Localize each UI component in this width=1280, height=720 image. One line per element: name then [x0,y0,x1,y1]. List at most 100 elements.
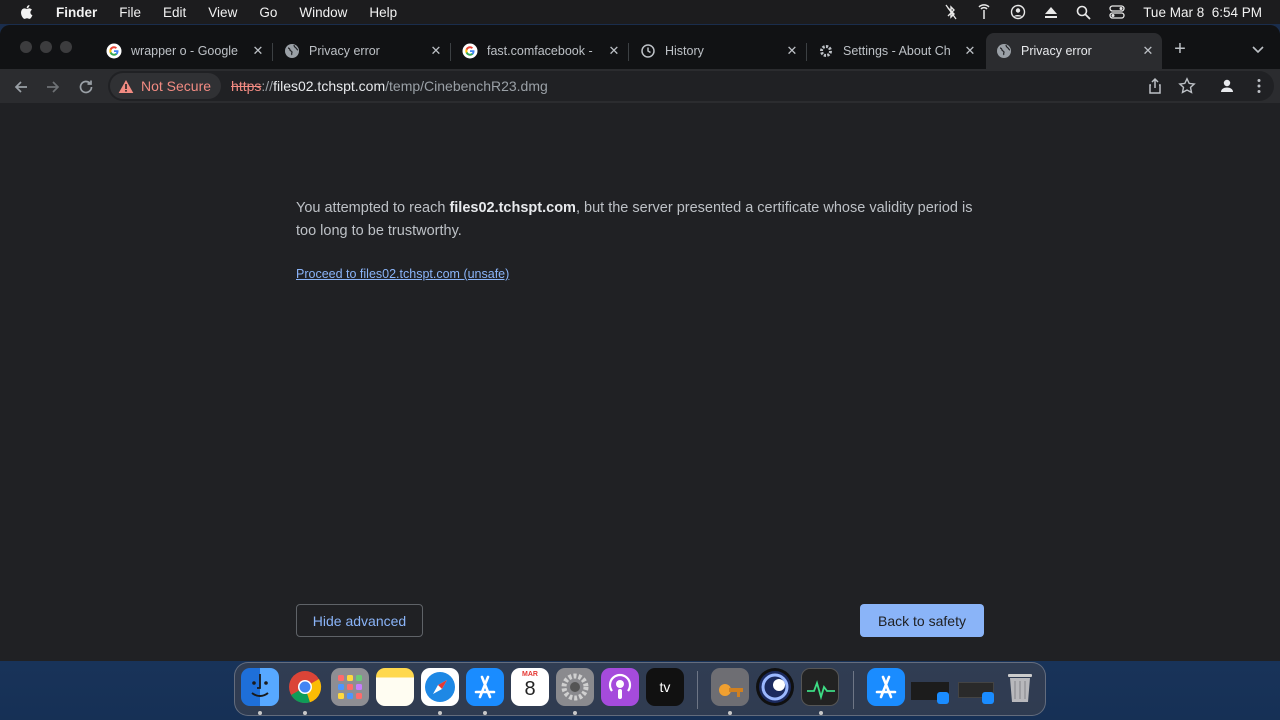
close-tab-icon[interactable]: ✕ [784,43,800,59]
tab-strip: wrapper o - Google ✕ Privacy error ✕ fas… [0,25,1280,69]
back-arrow-icon[interactable] [12,78,30,96]
forward-arrow-icon[interactable] [44,78,62,96]
menu-help[interactable]: Help [369,5,397,20]
app-store-icon[interactable] [466,668,504,706]
message-host: files02.tchspt.com [449,200,576,216]
dock: MAR 8 tv [234,662,1046,716]
tab-google-wrapper[interactable]: wrapper o - Google ✕ [96,33,273,69]
share-icon[interactable] [1146,77,1164,95]
minimize-window-button[interactable] [40,41,52,53]
close-window-button[interactable] [20,41,32,53]
warning-triangle-icon [118,79,134,93]
new-tab-button[interactable]: + [1170,39,1190,59]
url-text[interactable]: https://files02.tchspt.com/temp/Cinebenc… [231,78,548,94]
menu-file[interactable]: File [119,5,141,20]
tab-title: History [665,44,704,58]
running-indicator [573,711,577,715]
tab-fast-facebook[interactable]: fast.comfacebook - ✕ [452,33,629,69]
app-store-download-icon[interactable] [867,668,905,706]
menu-edit[interactable]: Edit [163,5,186,20]
safari-icon[interactable] [421,668,459,706]
bluetooth-off-icon[interactable] [944,4,958,20]
reload-icon[interactable] [77,78,95,96]
url-scheme: https [231,78,262,94]
eject-icon[interactable] [1044,5,1058,19]
menubar: Finder File Edit View Go Window Help Tue… [0,0,1280,24]
history-icon [640,43,656,59]
tab-history[interactable]: History ✕ [630,33,807,69]
address-bar[interactable]: Not Secure https://files02.tchspt.com/te… [108,71,1274,101]
finder-icon[interactable] [241,668,279,706]
tab-privacy-error-active[interactable]: Privacy error ✕ [986,33,1162,69]
close-tab-icon[interactable]: ✕ [1140,43,1156,59]
globe-icon [996,43,1012,59]
apple-tv-icon[interactable]: tv [646,668,684,706]
activity-monitor-icon[interactable] [801,668,839,706]
back-to-safety-button[interactable]: Back to safety [860,604,984,637]
calendar-icon[interactable]: MAR 8 [511,668,549,706]
menubar-clock[interactable]: Tue Mar 8 6:54 PM [1143,5,1262,20]
chrome-icon[interactable] [286,668,324,706]
running-indicator [258,711,262,715]
keychain-access-icon[interactable] [711,668,749,706]
menu-go[interactable]: Go [259,5,277,20]
proceed-unsafe-link[interactable]: Proceed to files02.tchspt.com (unsafe) [296,267,509,281]
window-controls [20,41,72,53]
url-path: /temp/CinebenchR23.dmg [385,78,548,94]
user-circle-icon[interactable] [1010,4,1026,20]
not-secure-chip[interactable]: Not Secure [110,73,222,99]
control-center-icon[interactable] [1109,5,1125,19]
kebab-menu-icon[interactable] [1250,77,1268,95]
google-icon [462,43,478,59]
spotlight-search-icon[interactable] [1076,5,1091,20]
security-label: Not Secure [141,78,212,94]
running-indicator [483,711,487,715]
apple-icon[interactable] [18,3,36,21]
tab-separator [628,43,629,61]
close-tab-icon[interactable]: ✕ [250,43,266,59]
close-tab-icon[interactable]: ✕ [962,43,978,59]
omnibox-actions [1146,77,1274,95]
menu-app-name[interactable]: Finder [56,5,97,20]
zoom-window-button[interactable] [60,41,72,53]
tab-title: Privacy error [1021,44,1092,58]
calendar-month: MAR [522,671,538,678]
running-indicator [438,711,442,715]
hide-advanced-button[interactable]: Hide advanced [296,604,423,637]
podcasts-icon[interactable] [601,668,639,706]
tab-separator [272,43,273,61]
interstitial-page: You attempted to reach files02.tchspt.co… [0,103,1280,661]
tab-separator [450,43,451,61]
launchpad-icon[interactable] [331,668,369,706]
tab-title: wrapper o - Google [131,44,239,58]
system-preferences-icon[interactable] [556,668,594,706]
trash-icon[interactable] [1001,668,1039,706]
google-icon [106,43,122,59]
tab-privacy-error-1[interactable]: Privacy error ✕ [274,33,451,69]
close-tab-icon[interactable]: ✕ [428,43,444,59]
menu-view[interactable]: View [208,5,237,20]
dock-divider [697,671,698,709]
message-text-pre: You attempted to reach [296,200,450,216]
tab-separator [806,43,807,61]
url-host: files02.tchspt.com [273,78,386,94]
minimized-window-thumbnail[interactable] [956,668,996,706]
tab-settings-about-chrome[interactable]: Settings - About Ch ✕ [808,33,984,69]
bookmark-star-icon[interactable] [1178,77,1196,95]
globe-icon [284,43,300,59]
notes-icon[interactable] [376,668,414,706]
chevron-down-icon[interactable] [1250,41,1266,57]
dock-divider [853,671,854,709]
calendar-day: 8 [524,678,536,700]
url-separator: :// [261,78,274,94]
minimized-window-thumbnail[interactable] [911,668,951,706]
antenna-icon[interactable] [976,4,992,20]
profile-icon[interactable] [1218,77,1236,95]
tab-title: Settings - About Ch [843,44,951,58]
apple-tv-label: tv [659,679,671,695]
gear-icon [818,43,834,59]
cinema4d-icon[interactable] [756,668,794,706]
close-tab-icon[interactable]: ✕ [606,43,622,59]
menu-window[interactable]: Window [299,5,347,20]
running-indicator [728,711,732,715]
